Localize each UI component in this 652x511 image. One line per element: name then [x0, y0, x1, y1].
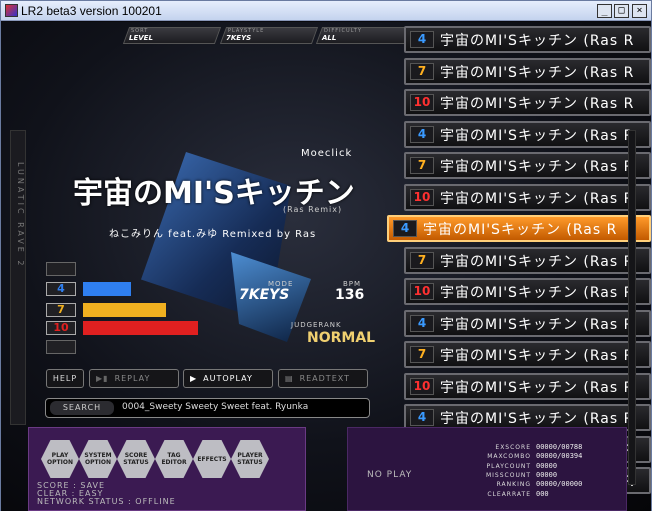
- song-level-badge: 7: [410, 157, 434, 174]
- song-list-title: 宇宙のMI'Sキッチン (Ras R: [440, 316, 635, 333]
- bpm-value: 136: [335, 287, 365, 303]
- document-icon: ▤: [285, 374, 294, 383]
- help-label: HELP: [52, 374, 78, 383]
- level-bar: [83, 321, 198, 335]
- song-list-item[interactable]: 7 宇宙のMI'Sキッチン (Ras R: [404, 152, 651, 179]
- readtext-label: READTEXT: [299, 374, 350, 383]
- stat-value: 00000: [536, 470, 558, 479]
- song-list-item[interactable]: 7 宇宙のMI'Sキッチン (Ras R: [404, 246, 651, 274]
- autoplay-button[interactable]: ▶ AUTOPLAY: [183, 369, 273, 388]
- song-level-badge: 7: [410, 62, 434, 80]
- help-button[interactable]: HELP: [46, 369, 84, 388]
- stat-value: 00000/00788: [536, 443, 583, 451]
- stat-value: 00000: [536, 461, 558, 470]
- replay-icon: ▶▮: [96, 374, 109, 383]
- stat-key: CLEARRATE: [487, 490, 531, 498]
- stat-key: MISSCOUNT: [485, 471, 531, 479]
- song-list-title: 宇宙のMI'Sキッチン (Ras R: [440, 64, 635, 81]
- song-level-badge: 4: [410, 31, 434, 48]
- song-list-title: 宇宙のMI'Sキッチン (Ras R: [440, 33, 635, 49]
- status-lines: SCORE : SAVE CLEAR : EASY NETWORK STATUS…: [37, 482, 176, 506]
- judgerank-value: NORMAL: [307, 330, 376, 346]
- autoplay-label: AUTOPLAY: [203, 374, 253, 383]
- window-title: LR2 beta3 version 100201: [21, 4, 162, 18]
- level-slot: [46, 262, 76, 276]
- level-bar: [83, 282, 131, 296]
- song-list-item[interactable]: 10 宇宙のMI'Sキッチン (Ras R: [404, 89, 651, 116]
- song-level-badge: 4: [393, 220, 417, 237]
- replay-button[interactable]: ▶▮ REPLAY: [89, 369, 179, 388]
- song-artist: Moeclick: [301, 148, 353, 159]
- judgerank-label: JUDGERANK: [291, 321, 342, 329]
- level-slot: [46, 340, 76, 354]
- song-list-title: 宇宙のMI'Sキッチン (Ras R: [440, 159, 635, 175]
- song-level-badge: 7: [410, 346, 434, 363]
- stat-key: MAXCOMBO: [487, 453, 531, 461]
- level-slot: 7: [46, 303, 76, 317]
- song-list-item[interactable]: 10 宇宙のMI'Sキッチン (Ras R: [404, 278, 651, 305]
- stat-key: PLAYCOUNT: [486, 462, 531, 470]
- vertical-logo-text: LUNATIC RAVE 2: [16, 162, 25, 269]
- play-icon: ▶: [190, 374, 198, 383]
- search-label: SEARCH: [50, 401, 114, 415]
- song-list-title: 宇宙のMI'Sキッチン (Ras R: [440, 127, 635, 144]
- song-list-title: 宇宙のMI'Sキッチン (Ras R: [440, 96, 635, 112]
- song-list-item[interactable]: 4 宇宙のMI'Sキッチン (Ras R: [387, 215, 651, 242]
- app-icon: [5, 4, 18, 17]
- minimize-button[interactable]: _: [597, 4, 612, 18]
- song-list-title: 宇宙のMI'Sキッチン (Ras R: [440, 411, 635, 427]
- stat-value: 00000/00000: [536, 480, 583, 489]
- song-list-title: 宇宙のMI'Sキッチン (Ras R: [423, 222, 618, 238]
- game-window: LR2 beta3 version 100201 _ □ × LUNATIC R…: [0, 0, 652, 511]
- song-level-badge: 10: [410, 94, 434, 111]
- network-status: NETWORK STATUS : OFFLINE: [37, 497, 176, 506]
- mode-value: 7KEYS: [239, 287, 290, 303]
- song-list-title: 宇宙のMI'Sキッチン (Ras R: [440, 379, 635, 396]
- tab-sort-value: LEVEL: [129, 34, 153, 42]
- search-field[interactable]: SEARCH 0004_Sweety Sweety Sweet feat. Ry…: [45, 398, 370, 418]
- level-slot: 4: [46, 282, 76, 296]
- song-list-title: 宇宙のMI'Sキッチン (Ras R: [440, 190, 635, 207]
- song-list-item[interactable]: 7 宇宙のMI'Sキッチン (Ras R: [404, 341, 651, 368]
- song-level-badge: 4: [410, 314, 434, 332]
- song-list-item[interactable]: 4 宇宙のMI'Sキッチン (Ras R: [404, 309, 651, 337]
- song-level-badge: 10: [410, 188, 434, 206]
- stat-value: 000: [536, 489, 549, 498]
- song-level-badge: 4: [410, 409, 434, 426]
- song-credits: ねこみりん feat.みゆ Remixed by Ras: [109, 229, 317, 240]
- song-subtitle: (Ras Remix): [283, 205, 343, 214]
- song-level-badge: 10: [410, 377, 434, 395]
- level-bar: [83, 303, 166, 317]
- search-input[interactable]: 0004_Sweety Sweety Sweet feat. Ryunka: [122, 402, 308, 412]
- readtext-button[interactable]: ▤ READTEXT: [278, 369, 368, 388]
- stat-key: RANKING: [496, 481, 531, 489]
- song-list-item[interactable]: 10 宇宙のMI'Sキッチン (Ras R: [404, 372, 651, 400]
- song-list-title: 宇宙のMI'Sキッチン (Ras R: [440, 348, 635, 364]
- song-list-item[interactable]: 4 宇宙のMI'Sキッチン (Ras R: [404, 26, 651, 53]
- song-level-badge: 4: [410, 125, 434, 143]
- song-level-badge: 10: [410, 283, 434, 300]
- maximize-button[interactable]: □: [614, 4, 629, 18]
- music-select-screen: LUNATIC RAVE 2 SORT LEVEL PLAYSTYLE 7KEY…: [1, 22, 651, 511]
- song-list-title: 宇宙のMI'Sキッチン (Ras R: [440, 285, 635, 301]
- song-list-scrollbar[interactable]: [628, 130, 636, 485]
- noplay-label: NO PLAY: [367, 470, 413, 480]
- stat-value: 00000/00394: [536, 452, 583, 461]
- replay-label: REPLAY: [114, 374, 151, 383]
- stat-key: EXSCORE: [495, 444, 531, 451]
- tab-playstyle-value: 7KEYS: [226, 34, 252, 42]
- song-list-item[interactable]: 4 宇宙のMI'Sキッチン (Ras R: [404, 120, 651, 148]
- close-button[interactable]: ×: [632, 4, 647, 18]
- song-level-badge: 7: [410, 251, 434, 269]
- level-slot: 10: [46, 321, 76, 335]
- song-list-item[interactable]: 10 宇宙のMI'Sキッチン (Ras R: [404, 183, 651, 211]
- tab-difficulty-value: ALL: [322, 34, 337, 42]
- song-list-title: 宇宙のMI'Sキッチン (Ras R: [440, 253, 635, 270]
- song-list-item[interactable]: 7 宇宙のMI'Sキッチン (Ras R: [404, 57, 651, 85]
- title-bar[interactable]: LR2 beta3 version 100201 _ □ ×: [1, 1, 651, 21]
